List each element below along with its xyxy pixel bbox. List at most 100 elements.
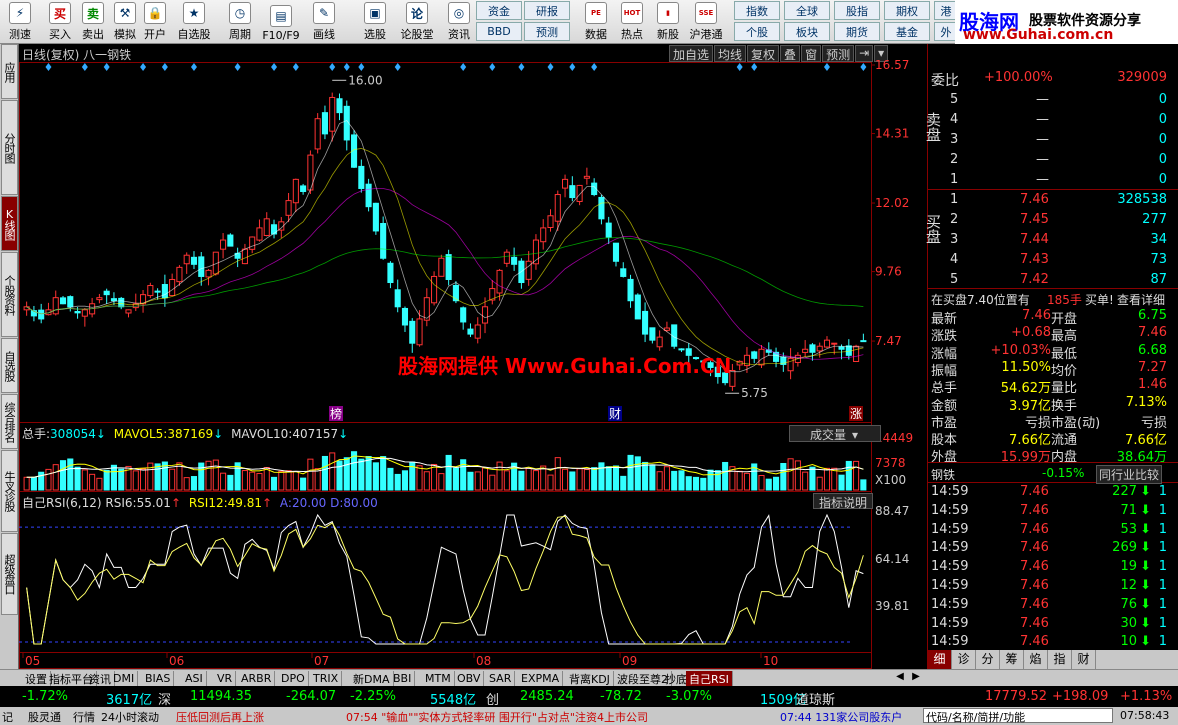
sell-level-row[interactable]: 4 — 0 <box>928 110 1178 130</box>
indicator-tab[interactable]: MTM <box>422 671 455 686</box>
quote-subtab[interactable]: 诊 <box>952 650 976 669</box>
indicator-tab[interactable]: BIAS <box>142 671 175 686</box>
toolbar-button[interactable]: ◷ 周期 <box>221 0 259 44</box>
view-detail-link[interactable]: 查看详细 <box>1117 291 1165 308</box>
status-item[interactable]: 行情 <box>73 709 95 725</box>
market-button[interactable]: 全球 <box>784 1 830 20</box>
candle-body <box>540 227 547 243</box>
tab-scroll-left-icon[interactable]: ◀ <box>893 671 907 685</box>
ticker-item[interactable]: 17779.52 <box>985 689 1047 704</box>
quote-subtab[interactable]: 指 <box>1048 650 1072 669</box>
sell-level-row[interactable]: 5 — 0 <box>928 90 1178 110</box>
volume-bar <box>634 456 641 491</box>
tab-scroll-right-icon[interactable]: ▶ <box>909 671 923 685</box>
ticker-item[interactable]: -1.72% <box>22 689 68 704</box>
indicator-tab[interactable]: DPO <box>278 671 309 686</box>
status-item[interactable]: 24小时滚动 <box>101 709 159 725</box>
indicator-tab[interactable]: VR <box>214 671 237 686</box>
market-button[interactable]: 股指 <box>834 1 880 20</box>
quote-subtab[interactable]: 细 <box>928 650 952 669</box>
news-headline[interactable]: 07:54 "输血""实体方式轻率研 围开行"占对点"注资4上市公司 <box>346 709 721 725</box>
toolbar-button[interactable]: ✎ 画线 <box>305 0 343 44</box>
ticker-item[interactable]: 道琼斯 <box>796 689 835 708</box>
quote-subtab[interactable]: 筹 <box>1000 650 1024 669</box>
left-tab[interactable]: 分时图 <box>1 100 18 195</box>
toolbar-button[interactable]: ▤ F10/F9 <box>262 0 300 44</box>
indicator-tab[interactable]: BBI <box>390 671 416 686</box>
market-button[interactable]: 基金 <box>884 22 930 41</box>
ticker-item[interactable]: 深 <box>158 689 171 708</box>
buy-level-row[interactable]: 2 7.45 277 <box>928 210 1178 230</box>
toolbar-link-button[interactable]: 研报 <box>524 1 570 20</box>
toolbar-button[interactable]: 论论股堂 <box>398 0 436 44</box>
sell-level-row[interactable]: 1 — 0 <box>928 170 1178 190</box>
toolbar-button[interactable]: HOT 热点 <box>614 0 650 44</box>
chart-area[interactable]: 日线(复权) 八一钢铁 加自选 均线 复权叠窗预测 ⇥ ▾ 16.57 14.31 12.0… <box>19 44 927 669</box>
toolbar-button[interactable]: ★ 自选股 <box>175 0 213 44</box>
ticker-item[interactable]: 11494.35 <box>190 689 252 704</box>
market-button[interactable]: 期权 <box>884 1 930 20</box>
toolbar-button[interactable]: ▮ 新股 <box>650 0 686 44</box>
candle-body <box>372 202 379 232</box>
market-button[interactable]: 板块 <box>784 22 830 41</box>
quote-subtab[interactable]: 分 <box>976 650 1000 669</box>
indicator-tab[interactable]: 背离KDJ <box>566 671 614 686</box>
ticker-item[interactable]: -78.72 <box>600 689 642 704</box>
ticker-item[interactable]: 3617亿 <box>106 689 152 708</box>
toolbar-button[interactable]: ▣ 选股 <box>356 0 394 44</box>
market-button[interactable]: 个股 <box>734 22 780 41</box>
large-order-notice[interactable]: 在买盘7.40位置有 185手 买单! 查看详细 <box>928 289 1178 309</box>
status-item[interactable]: 记 <box>2 709 13 725</box>
buy-level-row[interactable]: 1 7.46 328538 <box>928 190 1178 210</box>
ticker-item[interactable]: 2485.24 <box>520 689 574 704</box>
indicator-tab[interactable]: ASI <box>182 671 207 686</box>
left-tab[interactable]: 综合排名 <box>1 394 18 449</box>
left-tab[interactable]: 超级盘口 <box>1 533 18 615</box>
quote-subtab[interactable]: 财 <box>1072 650 1096 669</box>
toolbar-button[interactable]: SSE 沪港通 <box>688 0 724 44</box>
indicator-tab[interactable]: OBV <box>454 671 485 686</box>
sell-level-row[interactable]: 2 — 0 <box>928 150 1178 170</box>
indicator-tab[interactable]: 新DMA <box>350 671 394 686</box>
indicator-tab[interactable]: EXPMA <box>518 671 564 686</box>
ticker-item[interactable]: +1.13% <box>1120 689 1172 704</box>
buy-level-row[interactable]: 4 7.43 73 <box>928 250 1178 270</box>
indicator-tab[interactable]: ARBR <box>238 671 276 686</box>
status-item[interactable]: 股灵通 <box>28 709 61 725</box>
indicator-tab[interactable]: DMI <box>110 671 139 686</box>
left-tab[interactable]: 牛叉诊股 <box>1 450 18 532</box>
toolbar-link-button[interactable]: BBD <box>476 22 522 41</box>
code-search-input[interactable]: 代码/名称/简拼/功能 <box>923 708 1113 724</box>
news-headline[interactable]: 07:44 131家公司股东户 <box>780 709 920 725</box>
left-tab[interactable]: 应用 <box>1 44 18 99</box>
ticker-item[interactable]: -3.07% <box>666 689 712 704</box>
toolbar-button[interactable]: PE 数据 <box>578 0 614 44</box>
event-marker-label: 财 <box>609 407 621 421</box>
ticker-item[interactable]: 创 <box>486 689 499 708</box>
toolbar-link-button[interactable]: 资金 <box>476 1 522 20</box>
toolbar-button[interactable]: 🔒 开户 <box>136 0 174 44</box>
volume-select[interactable]: 成交量 ▾ <box>789 425 881 442</box>
ticker-item[interactable]: -264.07 <box>286 689 336 704</box>
ticker-item[interactable]: 5548亿 <box>430 689 476 708</box>
quote-subtab[interactable]: 焰 <box>1024 650 1048 669</box>
market-button[interactable]: 指数 <box>734 1 780 20</box>
left-tab[interactable]: 自选股 <box>1 338 18 393</box>
toolbar-button[interactable]: ◎ 资讯 <box>440 0 478 44</box>
ticker-item[interactable]: +198.09 <box>1052 689 1108 704</box>
buy-level-row[interactable]: 5 7.42 87 <box>928 270 1178 290</box>
indicator-tab[interactable]: 自己RSI <box>686 671 733 686</box>
indicator-tab[interactable]: SAR <box>486 671 516 686</box>
sell-level-row[interactable]: 3 — 0 <box>928 130 1178 150</box>
left-tab[interactable]: 个股资料 <box>1 252 18 337</box>
news-headline[interactable]: 压低回测后再上涨 <box>176 709 264 725</box>
ticker-item[interactable]: -2.25% <box>350 689 396 704</box>
buy-level-row[interactable]: 3 7.44 34 <box>928 230 1178 250</box>
indicator-help-button[interactable]: 指标说明 <box>813 493 873 510</box>
toolbar-link-button[interactable]: 预测 <box>524 22 570 41</box>
industry-compare-button[interactable]: 同行业比较 <box>1096 465 1163 484</box>
market-button[interactable]: 期货 <box>834 22 880 41</box>
left-tab[interactable]: K线图 <box>1 196 18 251</box>
indicator-tab[interactable]: TRIX <box>310 671 343 686</box>
toolbar-button[interactable]: ⚡ 测速 <box>1 0 39 44</box>
